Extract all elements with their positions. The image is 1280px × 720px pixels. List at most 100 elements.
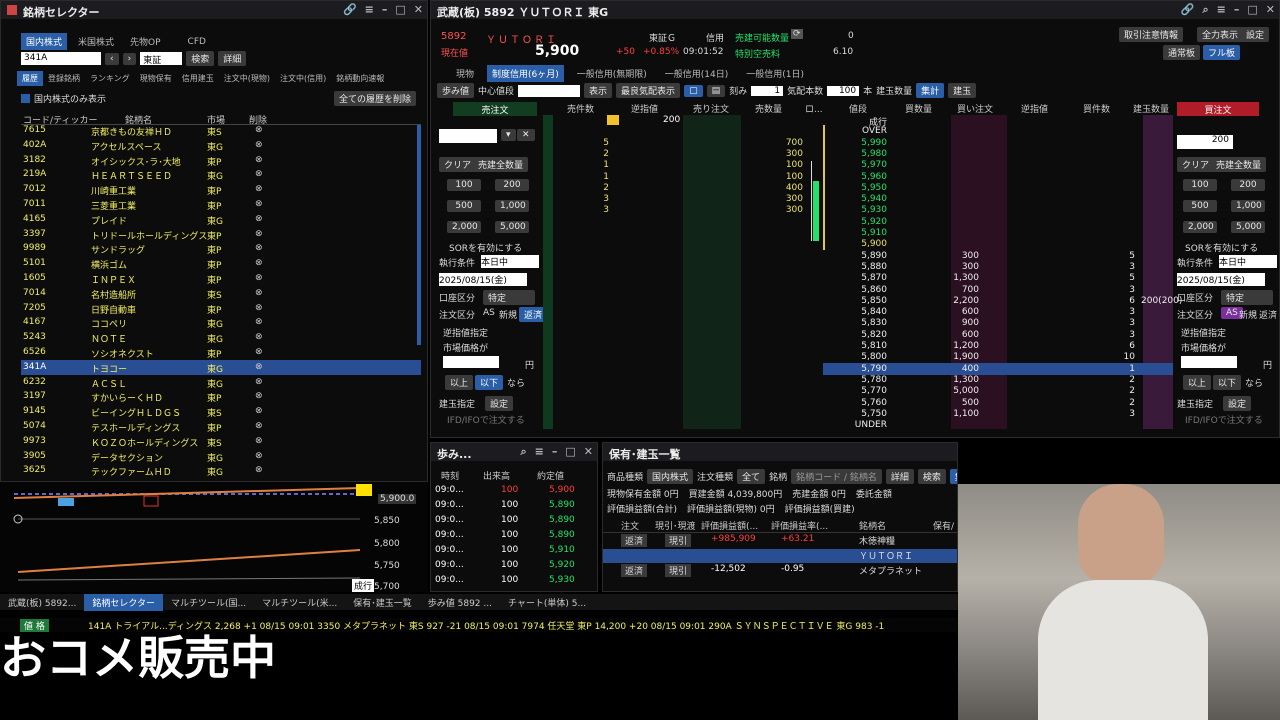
pos-button[interactable]: 建玉 [948, 83, 977, 98]
taskbar-item[interactable]: 保有･建玉一覧 [345, 594, 420, 611]
delete-icon[interactable]: ⊗ [255, 451, 263, 461]
delete-icon[interactable]: ⊗ [255, 273, 263, 283]
price-cell[interactable]: UNDER [833, 420, 887, 430]
buy-count-cell[interactable]: 3 [1103, 262, 1135, 272]
sell-qty-cell[interactable]: 100 [763, 172, 803, 182]
as-label[interactable]: AS [483, 308, 495, 318]
list-item[interactable]: 3397 トリドールホールディングス 東P ⊗ [21, 227, 421, 242]
domestic-only-checkbox[interactable]: 国内株式のみ表示 [21, 92, 106, 105]
buy-qty-cell[interactable]: 900 [933, 318, 979, 328]
menu-icon[interactable]: ≡ [1217, 3, 1226, 17]
delete-all-button[interactable]: 全ての履歴を削除 [334, 91, 417, 106]
tab-futures[interactable]: 先物OP [125, 33, 166, 50]
subtab-spot[interactable]: 現物保有 [135, 71, 177, 86]
list-item[interactable]: 3197 すかいらーくＨＤ 東P ⊗ [21, 389, 421, 404]
delete-icon[interactable]: ⊗ [255, 258, 263, 268]
price-cell[interactable]: 5,880 [833, 262, 887, 272]
tab-general-unlimited[interactable]: 一般信用(無期限) [572, 65, 652, 82]
buy-qty-cell[interactable]: 600 [933, 330, 979, 340]
tab-general-1[interactable]: 一般信用(1日) [741, 65, 809, 82]
search-button[interactable]: 検索 [186, 51, 215, 66]
buy-qty-cell[interactable]: 300 [933, 251, 979, 261]
price-cell[interactable]: 5,980 [833, 149, 887, 159]
buy-stop-price-input[interactable] [1181, 356, 1237, 368]
price-cell[interactable]: 5,820 [833, 330, 887, 340]
taskbar-item[interactable]: マルチツール(国... [163, 594, 254, 611]
buy-qty-5000[interactable]: 5,000 [1231, 221, 1265, 233]
list-item[interactable]: 7011 三菱重工業 東P ⊗ [21, 197, 421, 212]
sell-count-cell[interactable]: 1 [587, 172, 609, 182]
sell-qty-100[interactable]: 100 [447, 179, 481, 191]
delete-icon[interactable]: ⊗ [255, 377, 263, 387]
link-icon[interactable]: 🔗 [1181, 3, 1195, 17]
list-item[interactable]: 4167 ココペリ 東G ⊗ [21, 315, 421, 330]
buy-qty-cell[interactable]: 400 [933, 364, 979, 374]
minimize-icon[interactable]: – [552, 445, 558, 459]
buy-qty-cell[interactable]: 1,900 [933, 352, 979, 362]
pos-setting-button[interactable]: 設定 [485, 396, 514, 411]
buy-qty-cell[interactable]: 700 [933, 285, 979, 295]
tab-us[interactable]: 米国株式 [73, 33, 119, 50]
list-item[interactable]: 341A トヨコー 東G ⊗ [21, 359, 421, 375]
list-scrollbar[interactable] [417, 125, 421, 345]
buy-below-button[interactable]: 以下 [1213, 375, 1242, 390]
sell-qty-cell[interactable]: 100 [763, 160, 803, 170]
list-item[interactable]: 219A ＨＥＡＲＴＳＥＥＤ 東G ⊗ [21, 167, 421, 182]
buy-qty-cell[interactable]: 1,300 [933, 273, 979, 283]
new-label[interactable]: 新規 [499, 308, 517, 321]
price-cell[interactable]: 5,940 [833, 194, 887, 204]
next-button[interactable]: › [122, 52, 137, 65]
above-button[interactable]: 以上 [445, 375, 474, 390]
layout2-icon[interactable]: ▤ [706, 84, 726, 97]
subtab-credit[interactable]: 信用建玉 [177, 71, 219, 86]
delete-icon[interactable]: ⊗ [255, 347, 263, 357]
buy-new-label[interactable]: 新規 [1239, 308, 1257, 321]
order-type-select[interactable]: 全て [737, 469, 766, 484]
list-item[interactable]: 5243 ＮＯＴＥ 東G ⊗ [21, 330, 421, 345]
quote-select[interactable]: 100 [827, 85, 860, 96]
sell-qty-input[interactable] [439, 129, 497, 143]
link-icon[interactable]: 🔗 [343, 3, 357, 16]
price-cell[interactable]: 5,920 [833, 217, 887, 227]
exchange-select[interactable]: 東証 [140, 52, 183, 66]
delete-icon[interactable]: ⊗ [255, 140, 263, 150]
delete-icon[interactable]: ⊗ [255, 303, 263, 313]
tab-domestic[interactable]: 国内株式 [21, 33, 68, 50]
maximize-icon[interactable]: □ [1247, 3, 1257, 17]
buy-qty-2000[interactable]: 2,000 [1183, 221, 1217, 233]
buy-above-button[interactable]: 以上 [1183, 375, 1212, 390]
search-icon[interactable]: ⌕ [520, 445, 526, 459]
delete-icon[interactable]: ⊗ [255, 465, 263, 475]
receive-button[interactable]: 現引 [665, 564, 692, 577]
price-cell[interactable]: 5,930 [833, 205, 887, 215]
close-icon[interactable]: ✕ [1266, 3, 1275, 17]
sell-count-cell[interactable]: 2 [587, 183, 609, 193]
delete-icon[interactable]: ⊗ [255, 199, 263, 209]
search-icon[interactable]: ⌕ [1202, 3, 1208, 17]
menu-icon[interactable]: ≡ [365, 3, 374, 16]
list-item[interactable]: 9989 サンドラッグ 東P ⊗ [21, 241, 421, 256]
buy-count-cell[interactable]: 6 [1103, 341, 1135, 351]
holding-row[interactable]: 返済 現引 -12,502 -0.95 メタプラネット [603, 564, 957, 578]
repay-button[interactable]: 返済 [621, 564, 648, 577]
buy-date-select[interactable]: 2025/08/15(金) [1177, 273, 1265, 286]
delete-icon[interactable]: ⊗ [255, 184, 263, 194]
list-item[interactable]: 6526 ソシオネクスト 東P ⊗ [21, 345, 421, 360]
agg-button[interactable]: 集計表示 [949, 469, 957, 484]
cond-select[interactable]: 本日中 [481, 255, 539, 268]
buy-all-button[interactable]: 売建全数量 [1211, 157, 1267, 172]
buy-qty-cell[interactable]: 300 [933, 262, 979, 272]
price-cell[interactable]: 5,910 [833, 228, 887, 238]
sell-count-cell[interactable]: 3 [587, 205, 609, 215]
price-cell[interactable]: 5,960 [833, 172, 887, 182]
list-item[interactable]: 7014 名村造船所 東S ⊗ [21, 286, 421, 301]
list-item[interactable]: 3905 データセクション 東G ⊗ [21, 449, 421, 464]
delete-icon[interactable]: ⊗ [255, 317, 263, 327]
delete-icon[interactable]: ⊗ [255, 125, 263, 135]
buy-qty-100[interactable]: 100 [1183, 179, 1217, 191]
total-button[interactable]: 集計 [916, 83, 945, 98]
price-cell[interactable]: 5,790 [833, 364, 887, 374]
sor-checkbox[interactable]: SORを有効にする [449, 241, 522, 254]
delete-icon[interactable]: ⊗ [255, 288, 263, 298]
buy-qty-1000[interactable]: 1,000 [1231, 200, 1265, 212]
